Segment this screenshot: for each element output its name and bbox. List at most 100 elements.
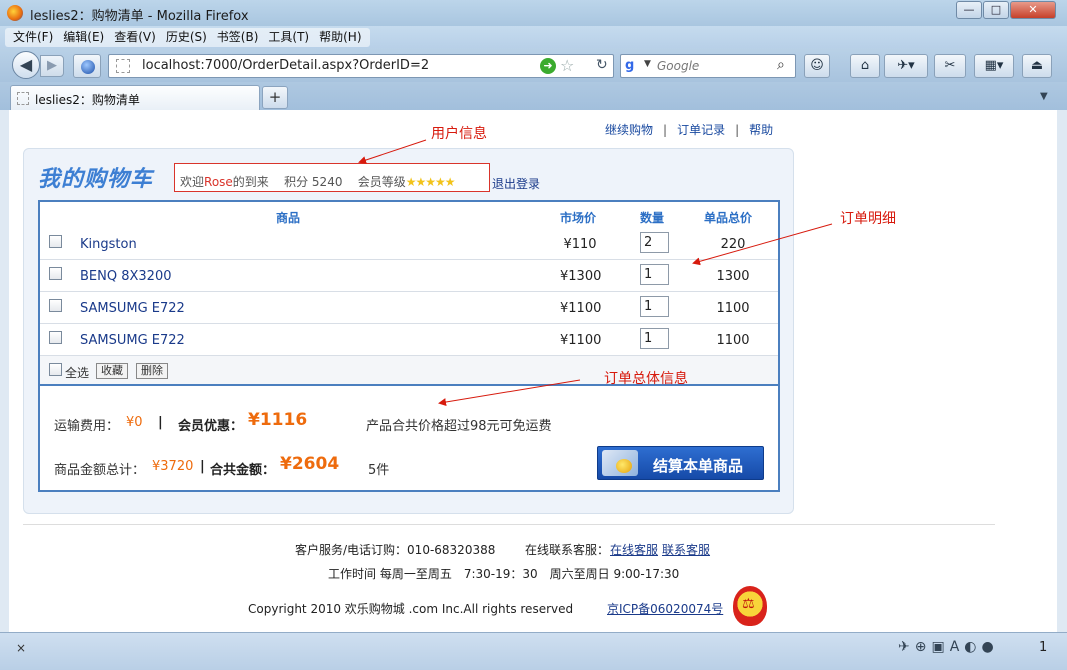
google-icon[interactable]: g [625,58,641,74]
badge-shield: ⚖ [733,586,767,626]
navigation-toolbar: ◀ ▶ localhost:7000/OrderDetail.aspx?Orde… [0,48,1067,82]
quantity-input[interactable]: 1 [640,264,669,285]
row-checkbox[interactable] [49,235,62,248]
row-checkbox[interactable] [49,267,62,280]
subtotal: 220 [720,237,746,252]
column-product: 商品 [276,211,301,225]
forward-button[interactable]: ▶ [40,55,64,77]
delete-button[interactable]: 删除 [136,363,168,379]
menu-items: 文件(F) 编辑(E) 查看(V) 历史(S) 书签(B) 工具(T) 帮助(H… [5,28,370,47]
goods-total-label: 商品金额总计： [54,463,146,478]
welcome-prefix: 欢迎 [180,175,205,189]
menu-help[interactable]: 帮助(H) [314,28,366,47]
scissors-icon[interactable]: ✂ [934,54,966,78]
status-bar: × ✈⊕▣A◐● 1 [0,632,1067,670]
tab-list-icon[interactable]: ▼ [1040,91,1048,102]
status-addon-icons[interactable]: ✈⊕▣A◐● [898,639,999,655]
contact-service-link[interactable]: 联系客服 [662,541,710,558]
summary-separator: | [200,459,205,474]
menu-history[interactable]: 历史(S) [161,28,212,47]
menu-edit[interactable]: 编辑(E) [58,28,109,47]
shipping-value: ¥0 [126,415,143,430]
grid-addon-button[interactable]: ▦▾ [974,54,1014,78]
search-placeholder: Google [657,59,700,73]
level-stars-icon: ★★★★★ [405,175,456,189]
shipping-label: 运输费用： [54,419,120,434]
table-row: SAMSUMG E722 ¥1100 1 1100 [40,324,778,356]
market-price: ¥1100 [560,333,602,348]
close-window-button[interactable]: ✕ [1010,1,1056,19]
tab-shopping-list[interactable]: leslies2：购物清单 [10,85,260,110]
firefox-icon [7,5,23,21]
minimize-button[interactable]: — [956,1,982,19]
checkout-label: 结算本单商品 [653,457,744,475]
discount-value: ¥1116 [248,410,308,430]
search-icon[interactable]: ⌕ [777,57,785,73]
globe-icon [81,60,95,74]
quantity-input[interactable]: 1 [640,296,669,317]
tab-label: leslies2：购物清单 [35,93,140,107]
select-all-checkbox[interactable] [49,363,62,376]
cart-title: 我的购物车 [38,166,154,192]
discount-label: 会员优惠： [178,419,244,434]
tray-icon[interactable]: ⏏ [1022,54,1052,78]
logout-link[interactable]: 退出登录 [492,175,540,192]
select-all-label[interactable]: 全选 [65,364,89,381]
checkout-button[interactable]: 结算本单商品 [597,446,764,480]
grand-total-label: 合共金额： [210,463,276,478]
product-name[interactable]: SAMSUMG E722 [80,333,185,348]
product-name[interactable]: Kingston [80,237,137,252]
menu-bookmarks[interactable]: 书签(B) [212,28,264,47]
online-service-label: 在线联系客服： [525,543,610,557]
addon-dropdown-button[interactable]: ✈▾ [884,54,928,78]
reload-icon[interactable]: ↻ [596,57,608,73]
market-price: ¥1300 [560,269,602,284]
subtotal: 1300 [716,269,750,284]
favorite-button[interactable]: 收藏 [96,363,128,379]
working-hours: 工作时间 每周一至周五 7:30-19：30 周六至周日 9:00-17:30 [328,567,680,581]
footer-divider [23,524,995,525]
points-label: 积分 [284,175,309,189]
search-box[interactable]: g ▼ Google ⌕ [620,54,796,78]
row-checkbox[interactable] [49,331,62,344]
service-phone: 客户服务/电话订购：010-68320388 [295,543,496,557]
bookmark-star-icon[interactable]: ☆ [560,56,574,75]
address-bar[interactable]: localhost:7000/OrderDetail.aspx?OrderID=… [108,54,614,78]
annotation-order-detail: 订单明细 [840,211,896,227]
column-quantity: 数量 [640,211,665,225]
product-name[interactable]: SAMSUMG E722 [80,301,185,316]
table-header: 商品 市场价 数量 单品总价 [40,202,778,228]
row-checkbox[interactable] [49,299,62,312]
close-findbar-icon[interactable]: × [16,641,26,655]
maximize-button[interactable]: □ [983,1,1009,19]
home-button[interactable]: ⌂ [850,54,880,78]
new-tab-button[interactable]: + [262,86,288,109]
continue-shopping-link[interactable]: 继续购物 [605,123,653,137]
icp-link[interactable]: 京ICP备06020074号 [607,600,723,617]
go-icon[interactable]: ➜ [540,58,556,74]
order-summary: 运输费用： ¥0 | 会员优惠： ¥1116 产品合共价格超过98元可免运费 商… [40,388,778,490]
url-text: localhost:7000/OrderDetail.aspx?OrderID=… [142,58,430,73]
menu-view[interactable]: 查看(V) [109,28,161,47]
online-service-link[interactable]: 在线客服 [610,541,658,558]
chevron-down-icon[interactable]: ▼ [644,59,651,69]
order-history-link[interactable]: 订单记录 [677,123,725,137]
column-market-price: 市场价 [560,211,597,225]
smiley-addon-button[interactable]: ☺ [804,54,830,78]
link-separator: | [735,123,740,137]
quantity-input[interactable]: 2 [640,232,669,253]
free-shipping-note: 产品合共价格超过98元可免运费 [366,419,552,434]
goods-total-value: ¥3720 [152,459,194,474]
product-name[interactable]: BENQ 8X3200 [80,269,171,284]
order-table: 商品 市场价 数量 单品总价 Kingston ¥110 2 220 BENQ … [38,200,780,492]
help-link[interactable]: 帮助 [749,123,773,137]
quantity-input[interactable]: 1 [640,328,669,349]
police-badge-icon[interactable]: ⚖ [731,586,769,628]
menu-file[interactable]: 文件(F) [8,28,58,47]
page-icon [116,59,130,73]
back-button[interactable]: ◀ [12,51,40,79]
top-links: 继续购物 | 订单记录 | 帮助 [605,121,773,138]
menu-tools[interactable]: 工具(T) [263,28,314,47]
globe-button[interactable] [73,54,101,78]
summary-separator: | [158,415,163,430]
